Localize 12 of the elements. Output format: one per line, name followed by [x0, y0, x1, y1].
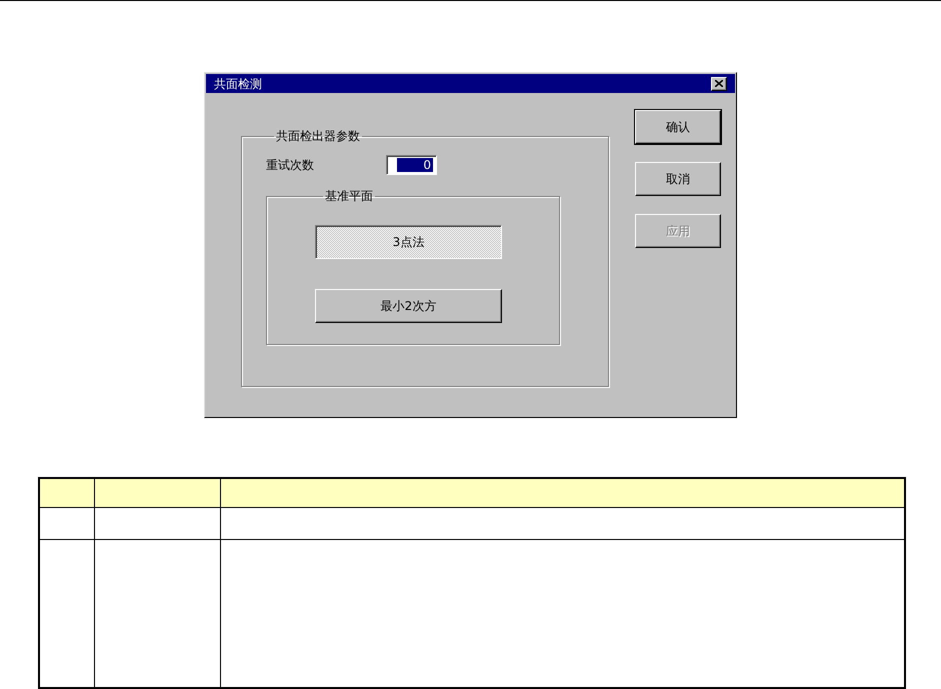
plane-option-button[interactable]: 最小2次方 [315, 289, 502, 323]
window-title: 共面检测 [214, 76, 262, 90]
dialog-button[interactable]: 取消 [635, 162, 721, 196]
dialog-button[interactable]: 确认 [635, 110, 721, 144]
retry-count-value: 0 [397, 158, 433, 172]
close-icon [715, 80, 723, 87]
group-title: 基准平面 [324, 189, 374, 203]
group-title: 共面检出器参数 [275, 129, 361, 143]
plane-option-button[interactable]: 3点法 [315, 225, 502, 259]
retry-count-label: 重试次数 [266, 157, 315, 174]
retry-count-field[interactable]: 0 [386, 155, 437, 175]
close-button[interactable] [711, 76, 727, 90]
